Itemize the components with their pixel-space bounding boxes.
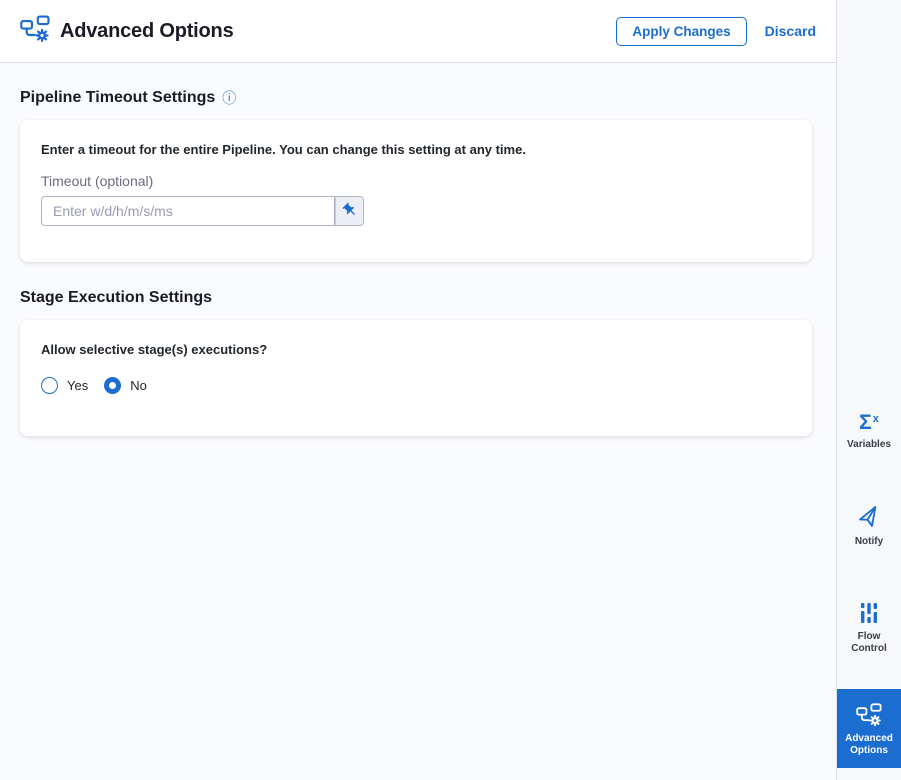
paper-plane-icon [837, 505, 901, 531]
sigma-x-icon: Σx [859, 411, 879, 434]
header: Advanced Options Apply Changes Discard [0, 0, 836, 63]
sidebar-item-label: Flow Control [851, 631, 887, 654]
right-sidebar: Σx Variables Notify Flow Control Advance… [836, 0, 901, 780]
sidebar-item-notify[interactable]: Notify [837, 499, 901, 554]
timeout-input[interactable] [41, 196, 335, 226]
apply-changes-button[interactable]: Apply Changes [616, 16, 747, 46]
sidebar-item-flow-control[interactable]: Flow Control [837, 594, 901, 661]
timeout-input-group [41, 196, 792, 226]
timeout-label: Timeout (optional) [41, 173, 154, 189]
radio-circle-no[interactable] [104, 377, 122, 394]
discard-link[interactable]: Discard [765, 23, 816, 39]
pipeline-gear-icon [837, 702, 901, 728]
page-title: Advanced Options [60, 19, 234, 42]
radio-circle-yes[interactable] [41, 377, 58, 394]
pipeline-timeout-section-heading: Pipeline Timeout Settings ⓘ [20, 89, 812, 107]
timeout-description: Enter a timeout for the entire Pipeline.… [41, 142, 526, 157]
sliders-icon [837, 600, 901, 626]
sidebar-item-label: Variables [847, 439, 891, 450]
sidebar-item-label: Advanced Options [845, 733, 893, 756]
pipeline-timeout-heading: Pipeline Timeout Settings [20, 89, 216, 106]
selective-execution-question: Allow selective stage(s) executions? [41, 342, 268, 357]
content-area: Pipeline Timeout Settings ⓘ Enter a time… [0, 63, 836, 780]
pipeline-gear-icon [20, 14, 50, 48]
info-icon[interactable]: ⓘ [222, 91, 236, 105]
pin-icon [342, 202, 358, 221]
pipeline-timeout-card: Enter a timeout for the entire Pipeline.… [20, 120, 812, 262]
page: Advanced Options Apply Changes Discard P… [0, 0, 901, 780]
selective-execution-radio-group: Yes No [41, 377, 792, 394]
stage-execution-heading: Stage Execution Settings [20, 289, 213, 306]
sidebar-item-advanced-options[interactable]: Advanced Options [837, 689, 901, 768]
stage-execution-card: Allow selective stage(s) executions? Yes… [20, 320, 812, 436]
radio-option-yes[interactable]: Yes [41, 377, 88, 394]
sidebar-item-variables[interactable]: Σx Variables [837, 402, 901, 457]
sidebar-item-label: Notify [854, 536, 884, 547]
radio-option-no[interactable]: No [104, 377, 147, 394]
header-left: Advanced Options [20, 14, 234, 48]
pin-button[interactable] [335, 196, 364, 226]
stage-execution-section-heading: Stage Execution Settings [20, 289, 812, 307]
main-panel: Advanced Options Apply Changes Discard P… [0, 0, 836, 780]
radio-label-no: No [130, 378, 147, 393]
radio-label-yes: Yes [67, 378, 89, 393]
header-actions: Apply Changes Discard [616, 16, 816, 46]
